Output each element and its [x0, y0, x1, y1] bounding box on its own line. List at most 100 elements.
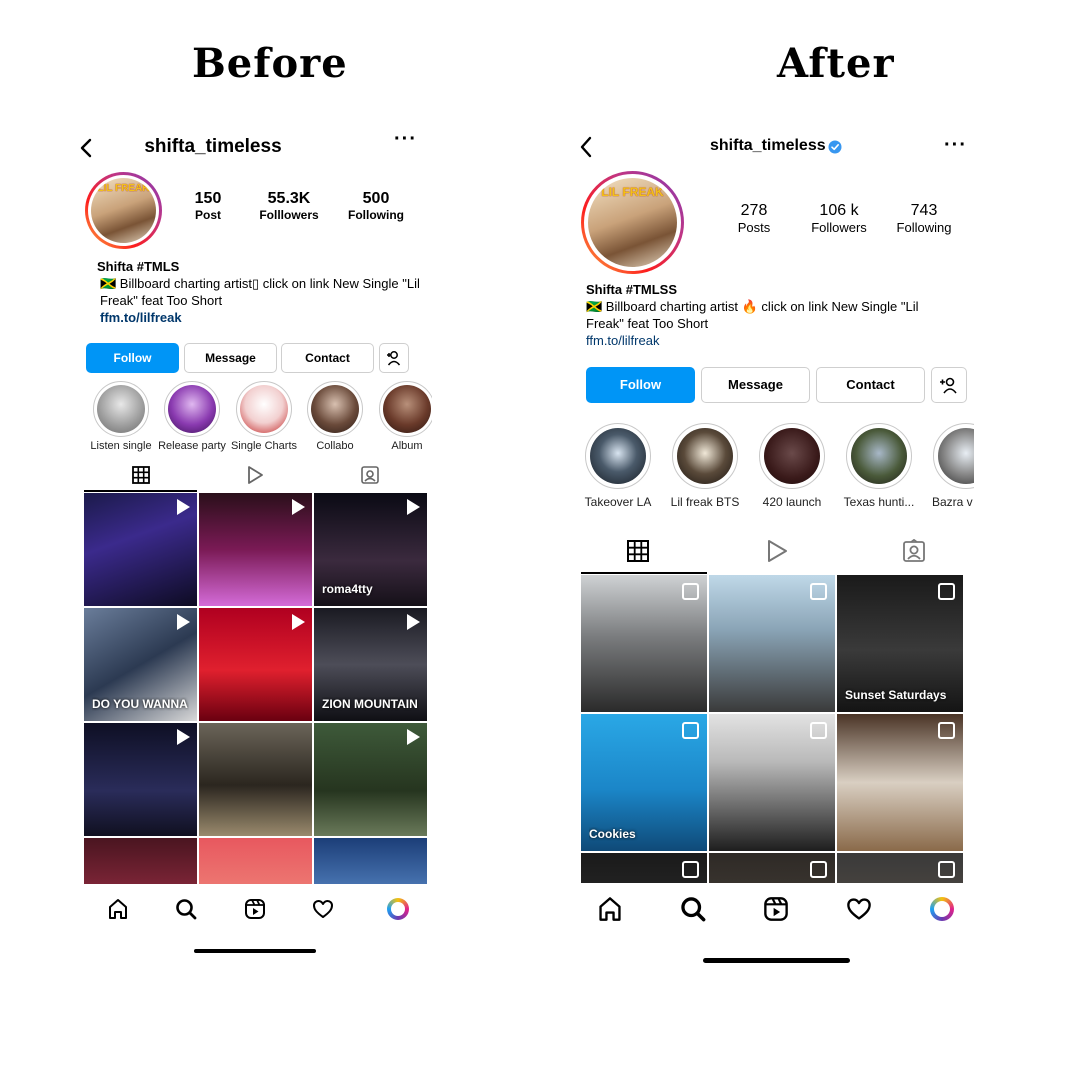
video-badge-icon: [292, 499, 305, 515]
highlight-collabo[interactable]: Collabo: [295, 381, 375, 452]
post-tile[interactable]: [709, 575, 835, 712]
post-tile[interactable]: [709, 714, 835, 851]
bio-name: Shifta #TMLS: [97, 259, 180, 274]
highlight-bazra[interactable]: Bazra v: [922, 423, 974, 509]
post-tile[interactable]: [581, 575, 707, 712]
post-tile[interactable]: ZION MOUNTAIN: [314, 608, 427, 721]
profile-username: shifta_timeless: [710, 137, 826, 154]
carousel-badge-icon: [810, 861, 827, 878]
video-badge-icon: [177, 499, 190, 515]
post-tile[interactable]: [84, 493, 197, 606]
tagged-tab-icon[interactable]: [360, 465, 380, 485]
profile-avatar[interactable]: LIL FREAK: [581, 171, 684, 274]
post-tile[interactable]: roma4tty: [314, 493, 427, 606]
post-tile[interactable]: [314, 838, 427, 884]
highlight-caption: Texas hunti...: [843, 495, 915, 509]
search-icon[interactable]: [175, 898, 197, 920]
highlight-caption: 420 launch: [762, 495, 822, 509]
post-tile[interactable]: Cookies: [581, 714, 707, 851]
home-icon[interactable]: [597, 896, 623, 922]
more-options-icon[interactable]: ···: [944, 134, 967, 157]
post-tile[interactable]: Shifta: [837, 853, 963, 883]
post-tile[interactable]: [199, 493, 312, 606]
post-tile[interactable]: [84, 838, 197, 884]
heart-icon[interactable]: [846, 896, 872, 922]
suggest-people-button[interactable]: [931, 367, 967, 403]
grid-tab-icon[interactable]: [132, 466, 150, 484]
stat-posts[interactable]: 150 Post: [185, 190, 231, 222]
bottom-nav: [574, 886, 974, 936]
stat-followers[interactable]: 55.3K Folllowers: [254, 190, 324, 222]
stat-followers-label: Followers: [811, 220, 867, 235]
highlight-caption: Takeover LA: [584, 495, 652, 509]
contact-button[interactable]: Contact: [816, 367, 925, 403]
highlight-caption: Release party: [158, 440, 226, 452]
search-icon[interactable]: [680, 896, 706, 922]
post-overlay-text: Cookies: [589, 827, 636, 841]
bio-line-1: 🇯🇲 Billboard charting artist 🔥 click on …: [586, 299, 919, 314]
highlight-release-party[interactable]: Release party: [152, 381, 232, 452]
stat-followers-value: 106 k: [819, 202, 859, 219]
highlight-420-launch[interactable]: 420 launch: [748, 423, 836, 509]
add-person-icon: [387, 351, 401, 366]
posts-grid: Sunset Saturdays Cookies Shifta: [581, 575, 974, 883]
verified-badge-icon: [828, 140, 842, 154]
message-button[interactable]: Message: [701, 367, 810, 403]
grid-tab-icon[interactable]: [627, 540, 649, 562]
back-arrow-icon[interactable]: [578, 136, 594, 158]
reels-icon[interactable]: [244, 898, 266, 920]
stat-following[interactable]: 500 Following: [342, 190, 410, 222]
carousel-badge-icon: [682, 722, 699, 739]
heading-before: Before: [192, 40, 348, 87]
follow-button[interactable]: Follow: [586, 367, 695, 403]
more-options-icon[interactable]: ···: [394, 128, 417, 151]
suggest-people-button[interactable]: [379, 343, 409, 373]
heart-icon[interactable]: [312, 898, 334, 920]
stat-followers[interactable]: 106 k Followers: [804, 202, 874, 235]
bio-link[interactable]: ffm.to/lilfreak: [100, 310, 182, 325]
profile-icon[interactable]: [387, 898, 409, 920]
post-tile[interactable]: [84, 723, 197, 836]
home-icon[interactable]: [107, 898, 129, 920]
home-indicator: [194, 949, 316, 953]
tagged-tab-icon[interactable]: [902, 539, 926, 563]
before-screenshot: shifta_timeless ··· LIL FREAK 150 Post 5…: [76, 126, 432, 956]
highlight-takeover-la[interactable]: Takeover LA: [574, 423, 662, 509]
post-tile[interactable]: Sunset Saturdays: [837, 575, 963, 712]
carousel-badge-icon: [938, 583, 955, 600]
stat-followers-label: Folllowers: [259, 208, 319, 222]
post-tile[interactable]: [314, 723, 427, 836]
post-tile[interactable]: [199, 838, 312, 884]
active-tab-indicator: [581, 572, 707, 574]
post-overlay-text: Sunset Saturdays: [845, 688, 947, 702]
profile-icon[interactable]: [930, 897, 954, 921]
post-overlay-text: DO YOU WANNA: [92, 697, 188, 711]
stat-posts[interactable]: 278 Posts: [724, 202, 784, 235]
stat-following[interactable]: 743 Following: [889, 202, 959, 235]
highlight-lil-freak-bts[interactable]: Lil freak BTS: [661, 423, 749, 509]
highlight-texas-hunting[interactable]: Texas hunti...: [835, 423, 923, 509]
reels-tab-icon[interactable]: [766, 539, 788, 563]
post-tile[interactable]: [581, 853, 707, 883]
video-badge-icon: [177, 614, 190, 630]
contact-button[interactable]: Contact: [281, 343, 374, 373]
highlight-album[interactable]: Album: [367, 381, 432, 452]
post-tile[interactable]: [199, 608, 312, 721]
profile-avatar[interactable]: LIL FREAK: [85, 172, 162, 249]
reels-icon[interactable]: [763, 896, 789, 922]
carousel-badge-icon: [938, 722, 955, 739]
highlight-listen-single[interactable]: Listen single: [81, 381, 161, 452]
reels-tab-icon[interactable]: [246, 465, 264, 485]
post-tile[interactable]: [837, 714, 963, 851]
message-button[interactable]: Message: [184, 343, 277, 373]
highlight-single-charts[interactable]: Single Charts: [224, 381, 304, 452]
bio-link[interactable]: ffm.to/lilfreak: [586, 333, 659, 348]
follow-button[interactable]: Follow: [86, 343, 179, 373]
post-tile[interactable]: [709, 853, 835, 883]
post-tile[interactable]: [199, 723, 312, 836]
carousel-badge-icon: [810, 583, 827, 600]
avatar-image: LIL FREAK: [588, 178, 677, 267]
avatar-logo-text: LIL FREAK: [601, 185, 664, 200]
after-screenshot: shifta_timeless ··· LIL FREAK 278 Posts …: [574, 126, 974, 966]
post-tile[interactable]: DO YOU WANNA: [84, 608, 197, 721]
